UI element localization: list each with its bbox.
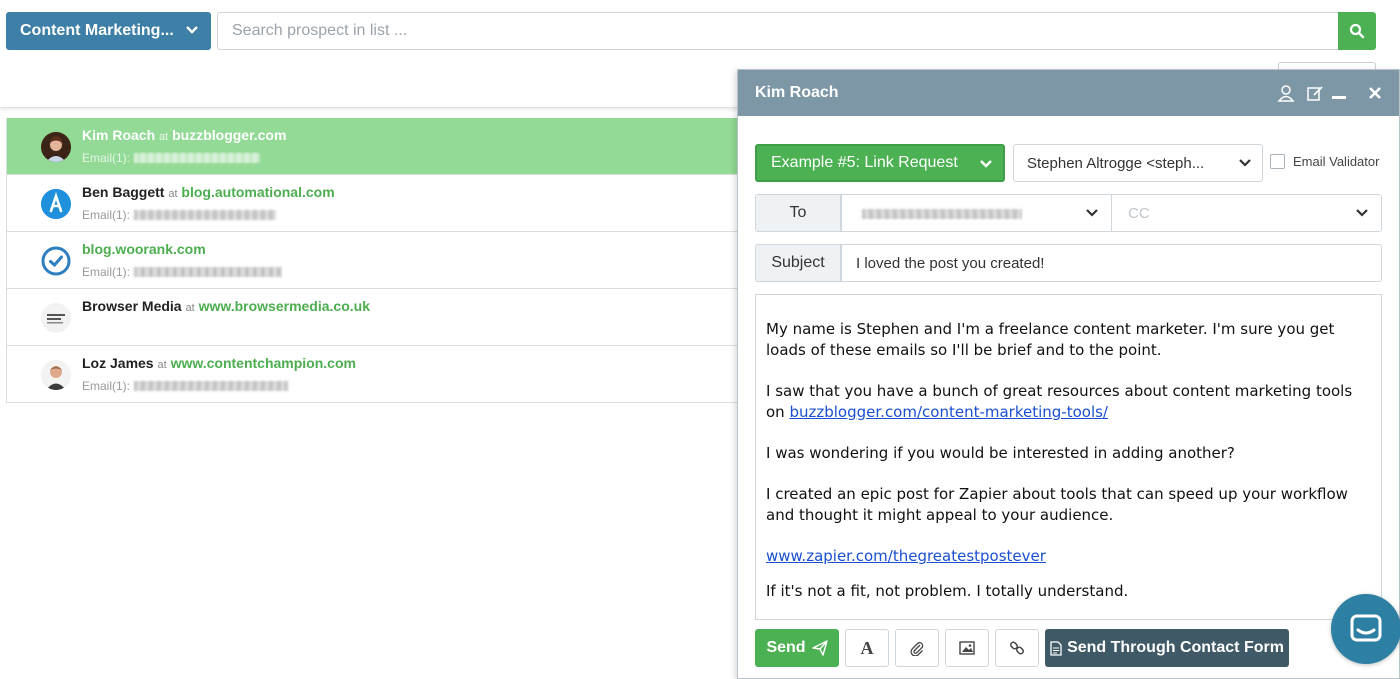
prospect-at: at bbox=[185, 302, 195, 314]
template-dropdown[interactable]: Example #5: Link Request bbox=[755, 144, 1005, 182]
user-icon[interactable] bbox=[1276, 83, 1296, 103]
redacted-email bbox=[134, 381, 289, 391]
subject-value: I loved the post you created! bbox=[856, 254, 1045, 272]
format-text-icon: A bbox=[860, 637, 874, 658]
compose-title: Kim Roach bbox=[755, 84, 839, 101]
body-paragraph: I was wondering if you would be interest… bbox=[766, 444, 1235, 462]
search-input[interactable]: Search prospect in list ... bbox=[217, 12, 1338, 50]
redacted-email bbox=[134, 153, 261, 163]
redacted-email bbox=[134, 210, 277, 220]
cc-field[interactable]: CC bbox=[1111, 194, 1382, 232]
chevron-down-icon bbox=[1356, 209, 1368, 217]
prospect-name: Browser Media bbox=[82, 298, 182, 314]
browser-media-logo bbox=[41, 303, 71, 333]
prospect-domain[interactable]: www.contentchampion.com bbox=[171, 355, 356, 371]
search-icon bbox=[1349, 23, 1365, 39]
email-validator-label: Email Validator bbox=[1293, 154, 1380, 169]
from-label: Stephen Altrogge <steph... bbox=[1027, 154, 1205, 172]
attach-button[interactable] bbox=[895, 629, 939, 667]
paperclip-icon bbox=[910, 642, 924, 656]
prospect-at: at bbox=[157, 359, 167, 371]
send-label: Send bbox=[766, 639, 806, 656]
body-paragraph: If it's not a fit, not problem. I totall… bbox=[766, 582, 1129, 600]
search-button[interactable] bbox=[1338, 12, 1376, 50]
prospect-row[interactable]: Browser Media at www.browsermedia.co.uk bbox=[6, 289, 746, 346]
send-through-contact-form-button[interactable]: Send Through Contact Form bbox=[1045, 629, 1289, 667]
chevron-down-icon bbox=[1239, 159, 1251, 167]
chat-icon bbox=[1350, 614, 1382, 642]
edit-icon[interactable] bbox=[1305, 83, 1325, 103]
body-link[interactable]: www.zapier.com/thegreatestpostever bbox=[766, 547, 1046, 565]
link-icon bbox=[1010, 641, 1024, 655]
prospect-at: at bbox=[168, 188, 178, 200]
prospect-row[interactable]: Ben Baggett at blog.automational.com Ema… bbox=[6, 175, 746, 232]
insert-image-button[interactable] bbox=[945, 629, 989, 667]
template-label: Example #5: Link Request bbox=[771, 154, 958, 171]
insert-link-button[interactable] bbox=[995, 629, 1039, 667]
avatar bbox=[41, 246, 71, 276]
email-label: Email(1): bbox=[82, 208, 131, 222]
email-label: Email(1): bbox=[82, 151, 131, 165]
prospect-domain[interactable]: www.browsermedia.co.uk bbox=[199, 298, 370, 314]
redacted-email bbox=[134, 267, 283, 277]
avatar bbox=[41, 189, 71, 219]
to-label: To bbox=[755, 194, 841, 232]
email-validator-option[interactable]: Email Validator bbox=[1270, 154, 1379, 169]
compose-email-panel: Kim Roach Example #5: Link Request Steph… bbox=[737, 69, 1400, 679]
chat-launcher-button[interactable] bbox=[1331, 594, 1400, 664]
body-paragraph: I created an epic post for Zapier about … bbox=[766, 485, 1348, 524]
from-dropdown[interactable]: Stephen Altrogge <steph... bbox=[1013, 144, 1263, 182]
prospect-domain[interactable]: blog.automational.com bbox=[181, 184, 334, 200]
contact-form-label: Send Through Contact Form bbox=[1067, 639, 1284, 656]
prospect-row[interactable]: Kim Roach at buzzblogger.com Email(1): bbox=[6, 118, 746, 175]
compose-header: Kim Roach bbox=[738, 70, 1399, 116]
image-icon bbox=[959, 641, 975, 655]
prospect-list: Kim Roach at buzzblogger.com Email(1): B… bbox=[6, 118, 746, 403]
email-validator-checkbox[interactable] bbox=[1270, 154, 1285, 169]
paper-plane-icon bbox=[811, 640, 828, 656]
list-select-label: Content Marketing... bbox=[20, 22, 174, 39]
document-icon bbox=[1050, 640, 1062, 656]
prospect-at: at bbox=[159, 131, 169, 143]
send-button[interactable]: Send bbox=[755, 629, 839, 667]
list-select-dropdown[interactable]: Content Marketing... bbox=[6, 12, 211, 50]
email-body-editor[interactable]: My name is Stephen and I'm a freelance c… bbox=[755, 294, 1382, 620]
redacted-email bbox=[862, 209, 1022, 219]
minimize-icon[interactable] bbox=[1329, 83, 1349, 103]
email-label: Email(1): bbox=[82, 379, 131, 393]
email-label: Email(1): bbox=[82, 265, 131, 279]
body-paragraph: My name is Stephen and I'm a freelance c… bbox=[766, 320, 1335, 359]
prospect-name: Loz James bbox=[82, 355, 154, 371]
prospect-mailer-page: Content Marketing... Search prospect in … bbox=[0, 0, 1400, 679]
to-field[interactable] bbox=[841, 194, 1112, 232]
close-icon[interactable] bbox=[1365, 83, 1385, 103]
search-placeholder: Search prospect in list ... bbox=[232, 22, 408, 39]
body-link[interactable]: buzzblogger.com/content-marketing-tools/ bbox=[789, 403, 1108, 421]
cc-placeholder: CC bbox=[1128, 204, 1150, 222]
chevron-down-icon bbox=[1086, 209, 1098, 217]
subject-label: Subject bbox=[755, 244, 841, 282]
prospect-name: Ben Baggett bbox=[82, 184, 165, 200]
avatar bbox=[41, 132, 71, 162]
format-text-button[interactable]: A bbox=[845, 629, 889, 667]
prospect-domain[interactable]: blog.woorank.com bbox=[82, 241, 206, 257]
avatar bbox=[41, 360, 71, 390]
chevron-down-icon bbox=[186, 26, 198, 34]
avatar bbox=[41, 303, 71, 333]
subject-input[interactable]: I loved the post you created! bbox=[841, 244, 1382, 282]
chevron-down-icon bbox=[980, 160, 992, 168]
prospect-row[interactable]: Loz James at www.contentchampion.com Ema… bbox=[6, 346, 746, 403]
prospect-row[interactable]: blog.woorank.com Email(1): bbox=[6, 232, 746, 289]
prospect-name: Kim Roach bbox=[82, 127, 156, 143]
prospect-domain[interactable]: buzzblogger.com bbox=[172, 127, 286, 143]
